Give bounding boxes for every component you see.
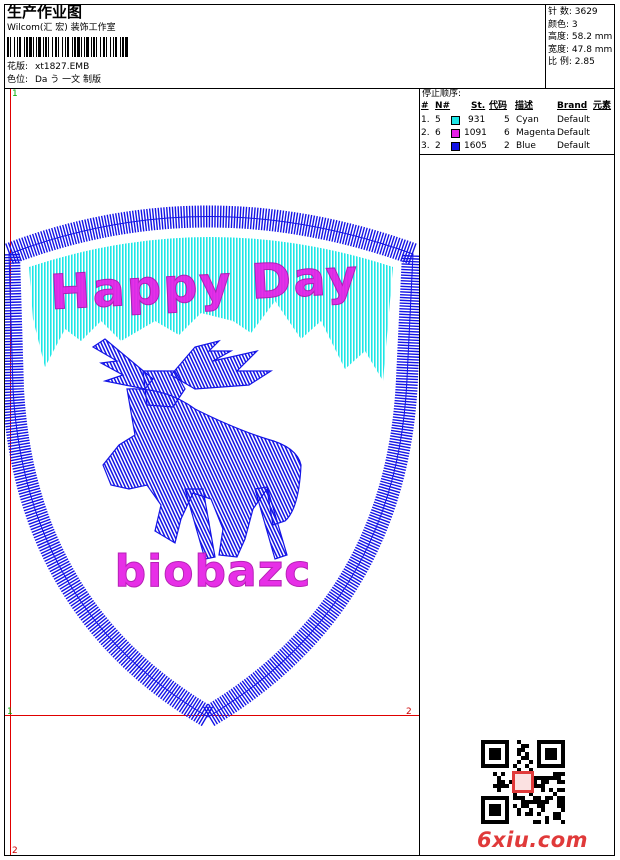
pattern-value: xt1827.EMB [35, 62, 90, 72]
color-swatch [451, 129, 460, 138]
row-stitches: 1605 [464, 141, 487, 151]
deer-motif [91, 338, 302, 560]
stat-colors: 颜色: 3 [548, 19, 578, 30]
stop-sequence-header: # N# St. 代码 描述 Brand 元素 [421, 101, 617, 114]
row-index: 1. [421, 115, 430, 125]
stop-table-divider [419, 154, 615, 155]
pattern-label: 花版: [7, 62, 29, 72]
col-code: 代码 [489, 101, 508, 111]
right-panel-divider [419, 88, 420, 856]
watermark-logo: 6xiu.com [477, 828, 589, 852]
stat-height: 高度: 58.2 mm [548, 32, 613, 42]
row-description: Cyan [516, 115, 539, 125]
color-swatch [451, 142, 460, 151]
color-swatch [451, 116, 460, 125]
row-needle: 5 [435, 115, 441, 125]
barcode [7, 37, 128, 57]
row-description: Magenta [516, 128, 556, 138]
stat-width: 宽度: 47.8 mm [548, 44, 613, 55]
stat-scale: 比 例: 2.85 [548, 57, 595, 67]
stats-divider [545, 4, 546, 88]
row-code: 2 [504, 141, 510, 151]
stop-rows: 1. 5 931 5 Cyan Default 2. 6 1091 6 Mage… [421, 114, 617, 154]
col-stitches: St. [471, 101, 486, 111]
row-index: 2. [421, 128, 430, 138]
row-stitches: 1091 [464, 128, 487, 138]
row-needle: 6 [435, 128, 441, 138]
colorway-value: Da う 一文 制版 [35, 75, 102, 85]
row-index: 3. [421, 141, 430, 151]
col-index: # [421, 101, 429, 111]
table-row: 3. 2 1605 2 Blue Default [421, 140, 620, 153]
row-brand: Default [557, 141, 590, 151]
page-title: 生产作业图 [7, 3, 83, 21]
col-brand: Brand [557, 101, 588, 111]
stat-stitches: 针 数: 3629 [548, 7, 598, 17]
design-bottom-text: biobazc [115, 546, 312, 597]
col-needle: N# [435, 101, 451, 111]
qr-code [481, 740, 565, 824]
col-element: 元素 [593, 101, 612, 111]
table-row: 1. 5 931 5 Cyan Default [421, 114, 620, 127]
row-description: Blue [516, 141, 536, 151]
stop-sequence-title: 停止顺序: [422, 89, 462, 99]
col-description: 描述 [515, 101, 534, 111]
row-code: 6 [504, 128, 510, 138]
row-brand: Default [557, 115, 590, 125]
colorway-label: 色位: [7, 75, 29, 85]
table-row: 2. 6 1091 6 Magenta Default [421, 127, 620, 140]
row-brand: Default [557, 128, 590, 138]
studio-name: Wilcom(汇 宏) 装饰工作室 [7, 23, 116, 33]
row-stitches: 931 [468, 115, 486, 125]
embroidery-design: Happy Day biobazc [5, 205, 419, 730]
row-code: 5 [504, 115, 510, 125]
row-needle: 2 [435, 141, 441, 151]
